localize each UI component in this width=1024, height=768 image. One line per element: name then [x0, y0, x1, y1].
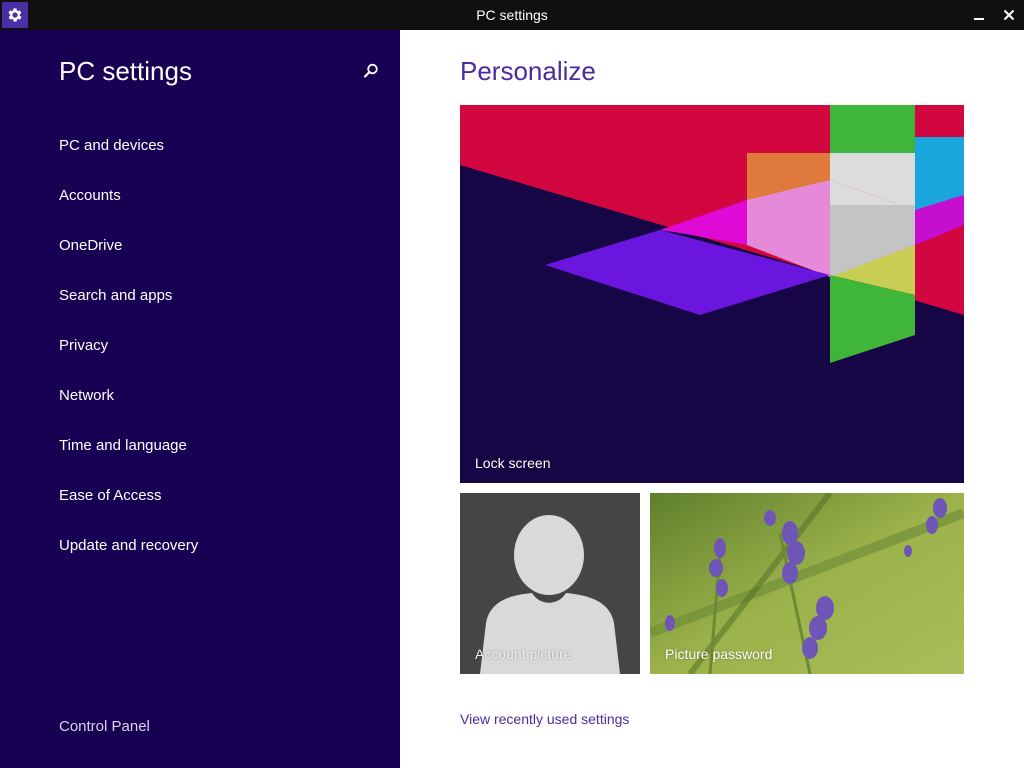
- view-recently-used-settings-link[interactable]: View recently used settings: [460, 711, 629, 727]
- sidebar-item-ease-of-access[interactable]: Ease of Access: [59, 483, 359, 533]
- minimize-button[interactable]: [964, 0, 994, 30]
- sidebar: PC settings PC and devices Accounts OneD…: [0, 30, 400, 768]
- sidebar-item-update-and-recovery[interactable]: Update and recovery: [59, 533, 359, 583]
- sidebar-title: PC settings: [59, 56, 192, 86]
- sidebar-item-network[interactable]: Network: [59, 383, 359, 433]
- sidebar-item-privacy[interactable]: Privacy: [59, 333, 359, 383]
- picture-password-tile[interactable]: Picture password: [650, 493, 964, 674]
- sidebar-item-onedrive[interactable]: OneDrive: [59, 233, 359, 283]
- sidebar-item-pc-and-devices[interactable]: PC and devices: [59, 133, 359, 183]
- page-title: Personalize: [460, 56, 596, 86]
- settings-nav: PC and devices Accounts OneDrive Search …: [59, 133, 359, 583]
- control-panel-link[interactable]: Control Panel: [59, 718, 150, 735]
- close-icon: [1003, 9, 1015, 21]
- sidebar-item-search-and-apps[interactable]: Search and apps: [59, 283, 359, 333]
- account-picture-label: Account picture: [475, 646, 572, 662]
- sidebar-item-time-and-language[interactable]: Time and language: [59, 433, 359, 483]
- main-content: Personalize Lock screen Account picture …: [400, 30, 1024, 768]
- minimize-icon: [973, 9, 985, 21]
- title-bar: PC settings: [0, 0, 1024, 30]
- close-button[interactable]: [994, 0, 1024, 30]
- sidebar-item-accounts[interactable]: Accounts: [59, 183, 359, 233]
- picture-password-label: Picture password: [665, 646, 773, 662]
- lock-screen-tile[interactable]: Lock screen: [460, 105, 964, 483]
- search-icon: [362, 62, 380, 80]
- window-title: PC settings: [476, 7, 548, 23]
- account-picture-tile[interactable]: Account picture: [460, 493, 640, 674]
- search-button[interactable]: [360, 60, 382, 82]
- lock-screen-label: Lock screen: [475, 455, 551, 471]
- lock-screen-image: [460, 105, 964, 483]
